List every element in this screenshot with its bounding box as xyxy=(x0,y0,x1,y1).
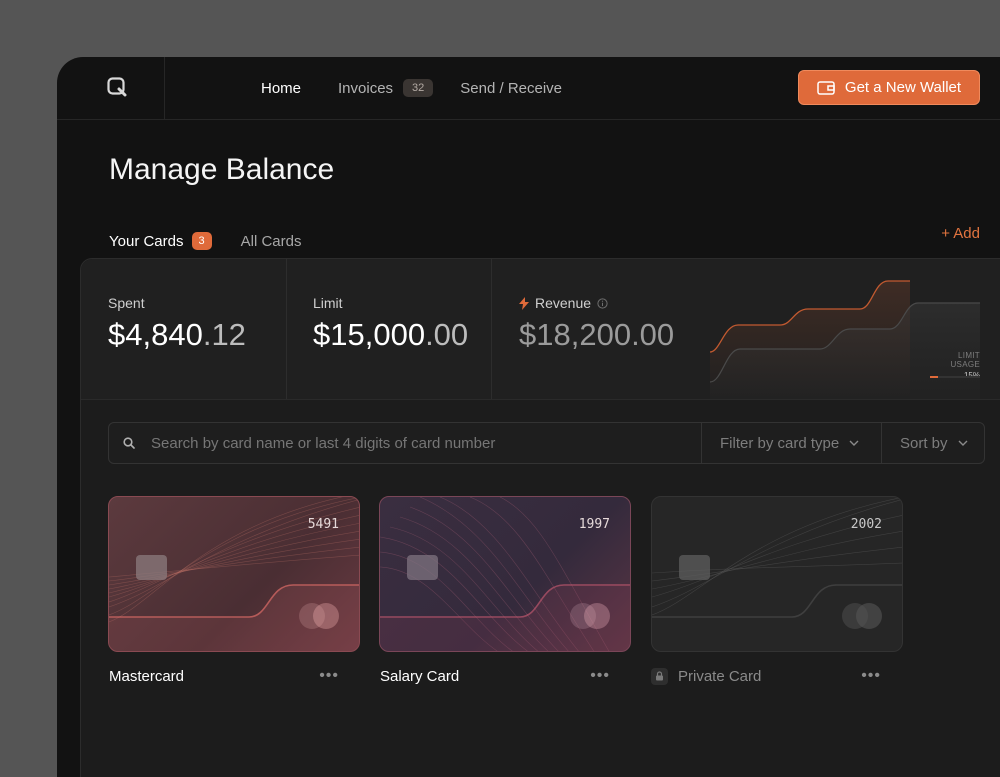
limit-usage-bar xyxy=(930,376,980,378)
top-nav: Home Invoices 32 Send / Receive Get a Ne… xyxy=(57,57,1000,120)
mastercard-logo-icon xyxy=(570,603,610,629)
nav-invoices[interactable]: Invoices 32 xyxy=(338,79,434,97)
search-input[interactable] xyxy=(149,433,673,453)
card-tabs: Your Cards 3 All Cards xyxy=(109,223,302,260)
card-private[interactable]: 2002 xyxy=(651,496,903,652)
filter-card-type-label: Filter by card type xyxy=(720,434,840,452)
mastercard-logo-icon xyxy=(842,603,882,629)
card-mastercard[interactable]: 5491 xyxy=(108,496,360,652)
mastercard-logo-icon xyxy=(299,603,339,629)
stat-revenue-label-row: Revenue xyxy=(519,295,608,311)
stat-limit: Limit $15,000.00 xyxy=(286,259,492,399)
stat-limit-value: $15,000.00 xyxy=(313,317,468,353)
wallet-icon xyxy=(817,80,835,95)
card-chip-icon xyxy=(679,555,710,580)
lock-icon xyxy=(651,667,668,685)
nav-home-label: Home xyxy=(261,79,302,97)
tab-your-cards-label: Your Cards xyxy=(109,232,184,250)
card-chip-icon xyxy=(136,555,167,580)
stat-limit-whole: $15,000 xyxy=(313,317,426,352)
search-box xyxy=(109,423,702,463)
more-icon[interactable]: ••• xyxy=(319,667,339,685)
card-chip-icon xyxy=(407,555,438,580)
card-last4: 5491 xyxy=(307,517,339,532)
your-cards-count-badge: 3 xyxy=(191,232,212,250)
chevron-down-icon xyxy=(849,440,859,446)
card-last4: 1997 xyxy=(578,517,610,532)
sort-by-label: Sort by xyxy=(900,434,948,452)
stat-revenue-value: $18,200.00 xyxy=(519,317,674,353)
nav-send-receive[interactable]: Send / Receive xyxy=(460,80,562,97)
stat-revenue-label: Revenue xyxy=(535,295,592,311)
stats-row: Spent $4,840.12 Limit $15,000.00 Revenue… xyxy=(81,259,1000,400)
main-nav: Home Invoices 32 Send / Receive xyxy=(261,57,562,119)
search-filter-bar: Filter by card type Sort by xyxy=(108,422,985,464)
page-title: Manage Balance xyxy=(109,153,335,186)
more-icon[interactable]: ••• xyxy=(861,667,881,685)
invoices-count-badge: 32 xyxy=(403,79,434,97)
get-new-wallet-label: Get a New Wallet xyxy=(844,79,962,96)
nav-send-receive-label: Send / Receive xyxy=(460,79,563,97)
logo-icon[interactable] xyxy=(107,77,127,97)
stat-limit-cents: .00 xyxy=(425,317,469,352)
revenue-sparkline xyxy=(710,280,980,399)
tab-all-cards[interactable]: All Cards xyxy=(241,223,302,259)
nav-home[interactable]: Home xyxy=(261,80,301,97)
nav-invoices-label: Invoices xyxy=(338,79,394,97)
card-caption-private: Private Card ••• xyxy=(651,667,891,685)
app-window: Home Invoices 32 Send / Receive Get a Ne… xyxy=(57,57,1000,777)
stat-revenue-cents: .00 xyxy=(631,317,675,352)
stat-spent-whole: $4,840 xyxy=(108,317,203,352)
tab-all-cards-label: All Cards xyxy=(240,232,302,250)
card-caption-mastercard: Mastercard ••• xyxy=(109,667,349,685)
search-icon xyxy=(123,437,135,449)
sort-by-dropdown[interactable]: Sort by xyxy=(882,423,984,463)
stat-limit-label: Limit xyxy=(313,295,343,311)
cards-panel: Spent $4,840.12 Limit $15,000.00 Revenue… xyxy=(80,258,1000,777)
tab-your-cards[interactable]: Your Cards 3 xyxy=(109,223,212,260)
stat-spent-label: Spent xyxy=(108,295,145,311)
stat-revenue-whole: $18,200 xyxy=(519,317,632,352)
card-name: Salary Card xyxy=(380,667,460,685)
logo-cell xyxy=(57,57,165,119)
filter-card-type-dropdown[interactable]: Filter by card type xyxy=(702,423,882,463)
stat-spent-value: $4,840.12 xyxy=(108,317,246,353)
add-card-link[interactable]: + Add xyxy=(941,225,980,242)
card-name: Mastercard xyxy=(109,667,185,685)
limit-usage-label: LIMIT USAGE xyxy=(950,351,980,369)
get-new-wallet-button[interactable]: Get a New Wallet xyxy=(798,70,980,105)
stat-spent-cents: .12 xyxy=(202,317,246,352)
bolt-icon xyxy=(519,296,529,310)
card-last4: 2002 xyxy=(850,517,882,532)
card-name: Private Card xyxy=(678,667,762,685)
limit-usage-fill xyxy=(930,376,938,378)
more-icon[interactable]: ••• xyxy=(590,667,610,685)
card-caption-salary: Salary Card ••• xyxy=(380,667,620,685)
info-icon[interactable] xyxy=(597,297,608,309)
card-salary[interactable]: 1997 xyxy=(379,496,631,652)
chevron-down-icon xyxy=(958,440,968,446)
stat-spent: Spent $4,840.12 xyxy=(81,259,287,399)
